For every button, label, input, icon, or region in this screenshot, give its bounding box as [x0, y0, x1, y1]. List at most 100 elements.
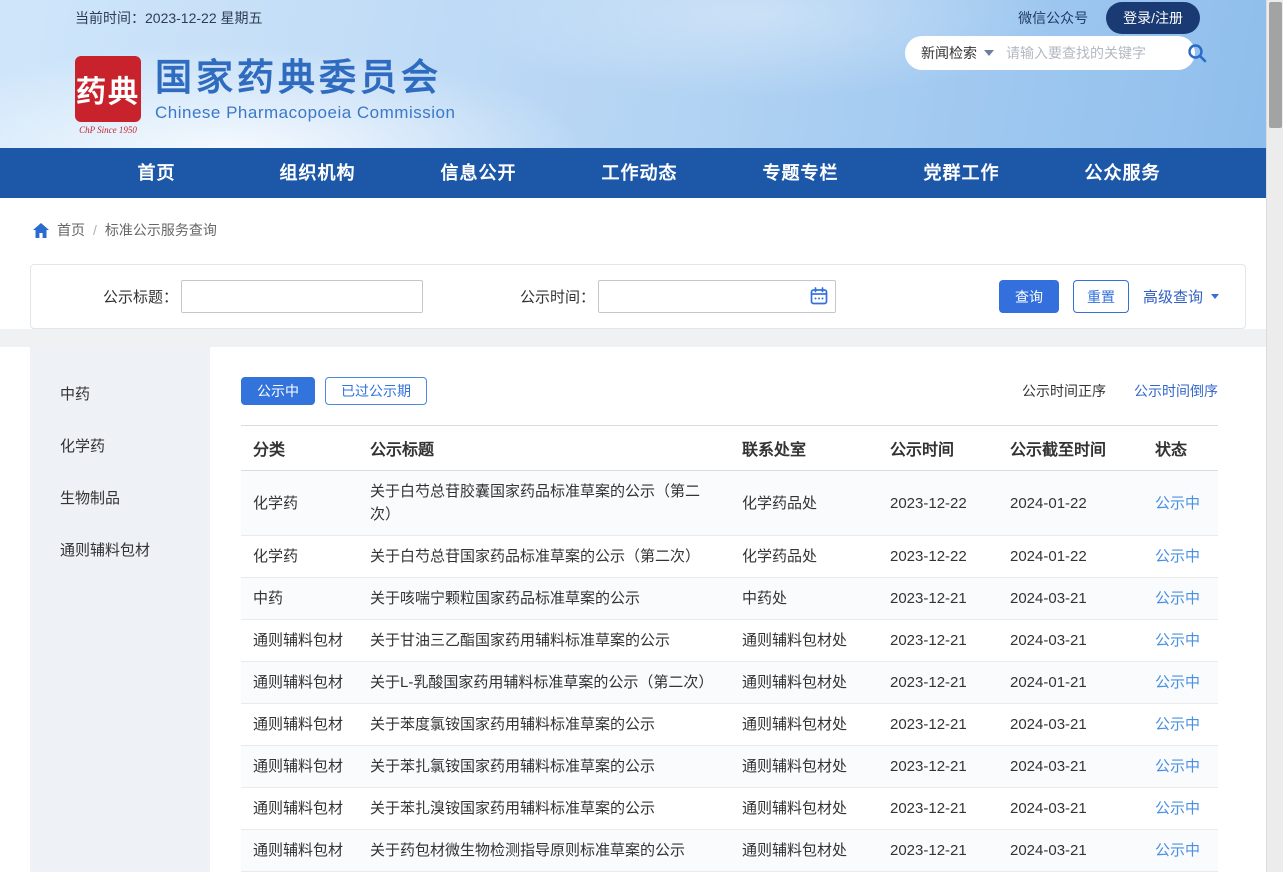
cell-category: 通则辅料包材 [241, 620, 358, 662]
cell-title-link[interactable]: 关于苯扎氯铵国家药用辅料标准草案的公示 [358, 746, 730, 788]
filter-title-label: 公示标题： [86, 286, 178, 307]
cell-department: 化学药品处 [730, 471, 878, 536]
vertical-scrollbar[interactable] [1266, 0, 1283, 872]
cell-status-link[interactable]: 公示中 [1143, 830, 1218, 872]
col-start-date: 公示时间 [878, 426, 998, 471]
page: 当前时间：2023-12-22 星期五 微信公众号 登录/注册 药典 ChP S… [0, 0, 1266, 872]
filter-panel: 公示标题： 公示时间： 查询 重置 高级查询 [30, 264, 1246, 329]
cell-department: 通则辅料包材处 [730, 662, 878, 704]
cell-category: 化学药 [241, 536, 358, 578]
tab-in-publicity[interactable]: 公示中 [241, 377, 315, 405]
nav-item-info-disclosure[interactable]: 信息公开 [398, 148, 559, 198]
table-row: 化学药 关于白芍总苷国家药品标准草案的公示（第二次） 化学药品处 2023-12… [241, 536, 1218, 578]
cell-status-link[interactable]: 公示中 [1143, 788, 1218, 830]
breadcrumb-home-icon-link[interactable] [33, 223, 49, 238]
cell-start-date: 2023-12-21 [878, 578, 998, 620]
site-title-cn: 国家药典委员会 [155, 58, 455, 99]
date-picker-button[interactable] [810, 287, 828, 305]
chp-seal-logo: 药典 [75, 56, 141, 122]
cell-title-link[interactable]: 关于L-乳酸国家药用辅料标准草案的公示（第二次） [358, 662, 730, 704]
cell-title-link[interactable]: 关于咳喘宁颗粒国家药品标准草案的公示 [358, 578, 730, 620]
cell-category: 中药 [241, 578, 358, 620]
table-row: 通则辅料包材 关于苯度氯铵国家药用辅料标准草案的公示 通则辅料包材处 2023-… [241, 704, 1218, 746]
seal-caption: ChP Since 1950 [75, 125, 141, 135]
calendar-icon [810, 287, 828, 305]
cell-department: 中药处 [730, 578, 878, 620]
query-button[interactable]: 查询 [999, 280, 1059, 313]
category-sidebar: 中药 化学药 生物制品 通则辅料包材 [30, 347, 210, 872]
cell-title-link[interactable]: 关于苯度氯铵国家药用辅料标准草案的公示 [358, 704, 730, 746]
nav-item-public-service[interactable]: 公众服务 [1042, 148, 1203, 198]
sidebar-item-tcm[interactable]: 中药 [30, 369, 210, 421]
cell-end-date: 2024-01-22 [998, 471, 1143, 536]
wechat-link[interactable]: 微信公众号 [1018, 8, 1088, 28]
cell-title-link[interactable]: 关于白芍总苷胶囊国家药品标准草案的公示（第二次） [358, 471, 730, 536]
header-search-bar: 新闻检索 [905, 36, 1195, 70]
advanced-search-label: 高级查询 [1143, 286, 1203, 307]
header-search-input[interactable] [1006, 45, 1187, 61]
nav-item-home[interactable]: 首页 [76, 148, 237, 198]
cell-end-date: 2024-03-21 [998, 620, 1143, 662]
sort-ascending-link[interactable]: 公示时间正序 [1022, 381, 1106, 401]
cell-category: 通则辅料包材 [241, 830, 358, 872]
cell-status-link[interactable]: 公示中 [1143, 620, 1218, 662]
search-category-select[interactable]: 新闻检索 [921, 43, 994, 63]
nav-item-organization[interactable]: 组织机构 [237, 148, 398, 198]
scrollbar-thumb[interactable] [1269, 2, 1282, 128]
advanced-search-toggle[interactable]: 高级查询 [1143, 286, 1219, 307]
cell-status-link[interactable]: 公示中 [1143, 471, 1218, 536]
content-area: 中药 化学药 生物制品 通则辅料包材 公示中 已过公示期 公示时间正序 公示时间… [0, 347, 1266, 872]
cell-start-date: 2023-12-21 [878, 662, 998, 704]
reset-button[interactable]: 重置 [1073, 280, 1129, 313]
sort-descending-link[interactable]: 公示时间倒序 [1134, 381, 1218, 401]
sidebar-item-biologics[interactable]: 生物制品 [30, 473, 210, 525]
top-bar: 当前时间：2023-12-22 星期五 微信公众号 登录/注册 [0, 0, 1266, 36]
cell-title-link[interactable]: 关于苯扎溴铵国家药用辅料标准草案的公示 [358, 788, 730, 830]
nav-item-party-work[interactable]: 党群工作 [881, 148, 1042, 198]
chevron-down-icon [1211, 294, 1219, 299]
sidebar-item-chemical-drugs[interactable]: 化学药 [30, 421, 210, 473]
breadcrumb-home-label[interactable]: 首页 [57, 220, 85, 240]
col-end-date: 公示截至时间 [998, 426, 1143, 471]
cell-status-link[interactable]: 公示中 [1143, 536, 1218, 578]
nav-item-work-updates[interactable]: 工作动态 [559, 148, 720, 198]
cell-department: 通则辅料包材处 [730, 620, 878, 662]
filter-title-input[interactable] [181, 280, 423, 313]
cell-title-link[interactable]: 关于甘油三乙酯国家药用辅料标准草案的公示 [358, 620, 730, 662]
cell-start-date: 2023-12-21 [878, 830, 998, 872]
cell-department: 通则辅料包材处 [730, 704, 878, 746]
table-header-row: 分类 公示标题 联系处室 公示时间 公示截至时间 状态 [241, 426, 1218, 471]
breadcrumb: 首页 / 标准公示服务查询 [0, 198, 1266, 264]
cell-category: 通则辅料包材 [241, 788, 358, 830]
cell-end-date: 2024-03-21 [998, 704, 1143, 746]
breadcrumb-separator: / [93, 222, 97, 238]
cell-status-link[interactable]: 公示中 [1143, 578, 1218, 620]
col-department: 联系处室 [730, 426, 878, 471]
table-row: 化学药 关于白芍总苷胶囊国家药品标准草案的公示（第二次） 化学药品处 2023-… [241, 471, 1218, 536]
search-button[interactable] [1187, 43, 1207, 63]
tab-expired-publicity[interactable]: 已过公示期 [325, 377, 427, 405]
login-register-button[interactable]: 登录/注册 [1106, 2, 1200, 34]
cell-status-link[interactable]: 公示中 [1143, 662, 1218, 704]
cell-status-link[interactable]: 公示中 [1143, 746, 1218, 788]
cell-status-link[interactable]: 公示中 [1143, 704, 1218, 746]
site-brand: 药典 ChP Since 1950 国家药典委员会 Chinese Pharma… [75, 56, 455, 135]
filter-date-input[interactable] [598, 280, 836, 313]
filter-time-label: 公示时间： [503, 286, 595, 307]
results-toolbar: 公示中 已过公示期 公示时间正序 公示时间倒序 [241, 377, 1218, 405]
cell-department: 通则辅料包材处 [730, 788, 878, 830]
cell-start-date: 2023-12-21 [878, 704, 998, 746]
table-row: 通则辅料包材 关于药包材微生物检测指导原则标准草案的公示 通则辅料包材处 202… [241, 830, 1218, 872]
section-divider [0, 329, 1266, 347]
table-row: 通则辅料包材 关于L-乳酸国家药用辅料标准草案的公示（第二次） 通则辅料包材处 … [241, 662, 1218, 704]
home-icon [33, 223, 49, 238]
cell-start-date: 2023-12-22 [878, 536, 998, 578]
cell-title-link[interactable]: 关于白芍总苷国家药品标准草案的公示（第二次） [358, 536, 730, 578]
cell-department: 化学药品处 [730, 536, 878, 578]
sidebar-item-general-excipients[interactable]: 通则辅料包材 [30, 525, 210, 577]
cell-title-link[interactable]: 关于药包材微生物检测指导原则标准草案的公示 [358, 830, 730, 872]
cell-category: 化学药 [241, 471, 358, 536]
table-row: 通则辅料包材 关于甘油三乙酯国家药用辅料标准草案的公示 通则辅料包材处 2023… [241, 620, 1218, 662]
nav-item-special-topics[interactable]: 专题专栏 [720, 148, 881, 198]
cell-category: 通则辅料包材 [241, 704, 358, 746]
